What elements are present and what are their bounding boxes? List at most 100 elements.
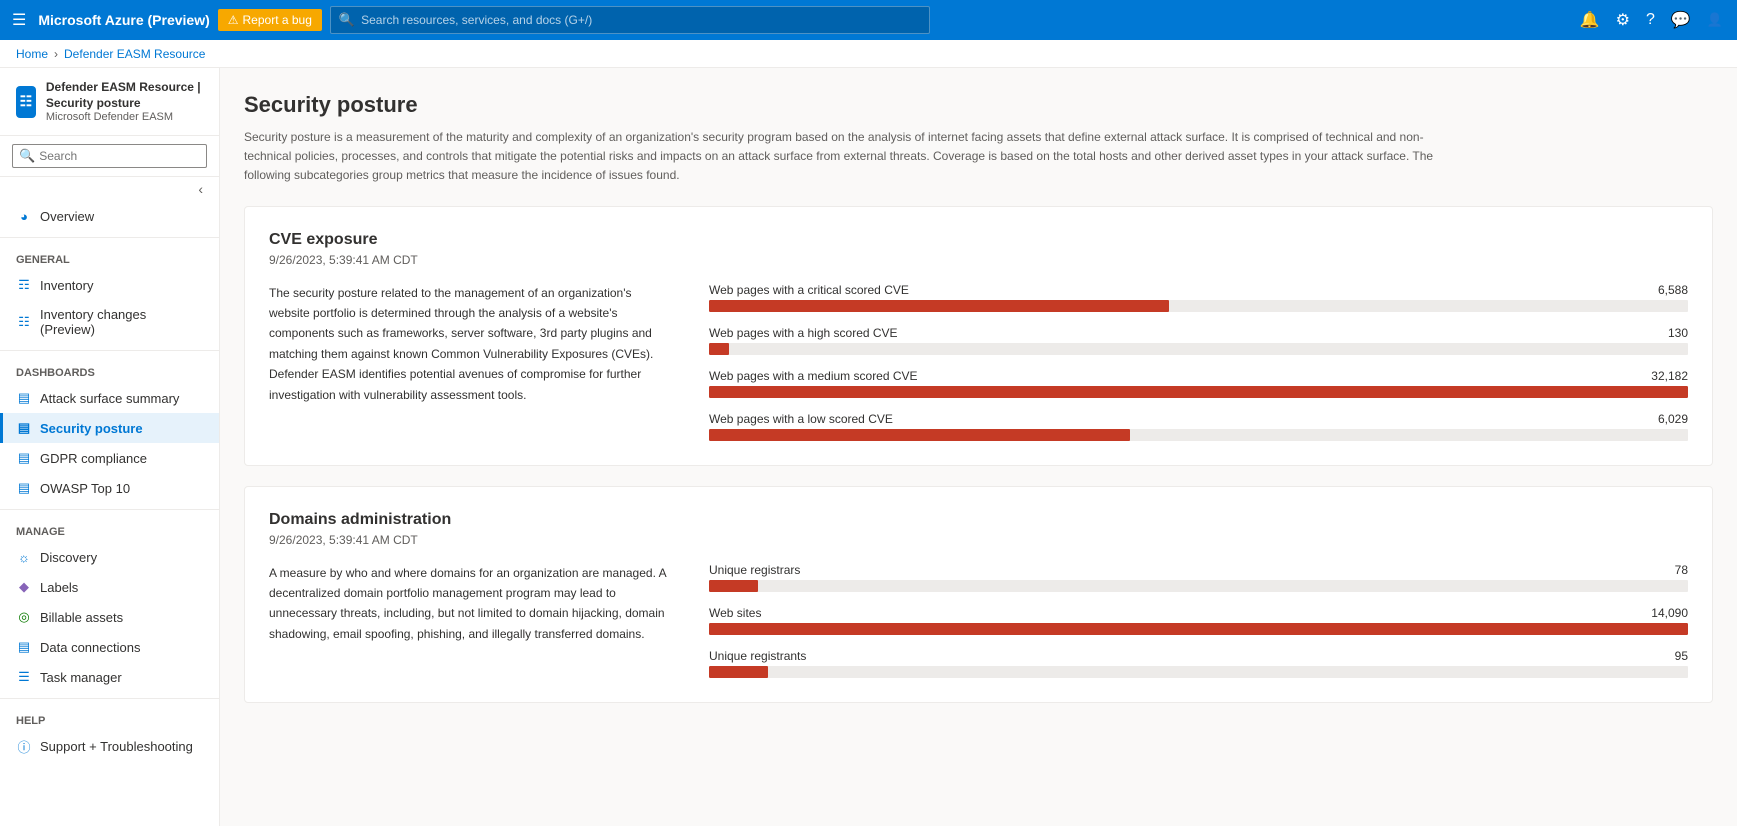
sidebar-collapse[interactable]: ‹ — [0, 177, 219, 201]
sidebar-item-discovery[interactable]: ☼ Discovery — [0, 542, 219, 572]
feedback-icon[interactable]: 💬 — [1665, 6, 1697, 34]
bar-row[interactable]: Web sites 14,090 — [709, 606, 1688, 635]
bar-fill — [709, 580, 758, 592]
collapse-icon: ‹ — [198, 181, 203, 197]
sidebar-item-security-posture[interactable]: ▤ Security posture — [0, 413, 219, 443]
breadcrumb-home[interactable]: Home — [16, 47, 48, 61]
cve-exposure-card: CVE exposure 9/26/2023, 5:39:41 AM CDT T… — [244, 206, 1713, 466]
sidebar-item-gdpr[interactable]: ▤ GDPR compliance — [0, 443, 219, 473]
bar-value: 130 — [1668, 326, 1688, 340]
bar-fill — [709, 300, 1169, 312]
global-search-bar[interactable]: 🔍 — [330, 6, 930, 34]
bar-row[interactable]: Web pages with a low scored CVE 6,029 — [709, 412, 1688, 441]
sidebar-search-container: 🔍 — [0, 136, 219, 177]
bar-fill — [709, 623, 1688, 635]
bar-header: Web pages with a medium scored CVE 32,18… — [709, 369, 1688, 383]
bar-value: 32,182 — [1651, 369, 1688, 383]
attack-surface-icon: ▤ — [16, 390, 32, 406]
bar-label: Web sites — [709, 606, 761, 620]
bar-label: Web pages with a critical scored CVE — [709, 283, 909, 297]
bar-header: Web pages with a high scored CVE 130 — [709, 326, 1688, 340]
domains-admin-card: Domains administration 9/26/2023, 5:39:4… — [244, 486, 1713, 703]
manage-section-label: Manage — [0, 516, 219, 542]
domains-description: A measure by who and where domains for a… — [269, 563, 669, 678]
dashboards-section-label: Dashboards — [0, 357, 219, 383]
bar-fill — [709, 666, 768, 678]
help-section-label: Help — [0, 705, 219, 731]
bar-value: 6,588 — [1658, 283, 1688, 297]
sidebar-item-overview[interactable]: ◕ Overview — [0, 201, 219, 231]
task-manager-icon: ☰ — [16, 669, 32, 685]
report-bug-button[interactable]: ⚠ Report a bug — [218, 9, 322, 31]
bar-track — [709, 300, 1688, 312]
domains-bars: Unique registrars 78 Web sites 14,090 Un… — [709, 563, 1688, 678]
cve-card-date: 9/26/2023, 5:39:41 AM CDT — [269, 253, 1688, 267]
cve-card-title: CVE exposure — [269, 231, 1688, 249]
sidebar-item-billable[interactable]: ◎ Billable assets — [0, 602, 219, 632]
bar-fill — [709, 386, 1688, 398]
bar-value: 14,090 — [1651, 606, 1688, 620]
billable-icon: ◎ — [16, 609, 32, 625]
breadcrumb: Home › Defender EASM Resource — [0, 40, 1737, 68]
main-content: Security posture Security posture is a m… — [220, 68, 1737, 826]
help-icon[interactable]: ? — [1640, 7, 1661, 33]
breadcrumb-resource[interactable]: Defender EASM Resource — [64, 47, 205, 61]
bar-row[interactable]: Unique registrants 95 — [709, 649, 1688, 678]
app-title: Microsoft Azure (Preview) — [38, 12, 209, 28]
sidebar-item-attack-surface[interactable]: ▤ Attack surface summary — [0, 383, 219, 413]
breadcrumb-separator: › — [54, 47, 58, 61]
bar-header: Web pages with a low scored CVE 6,029 — [709, 412, 1688, 426]
sidebar-header: ☷ Defender EASM Resource | Security post… — [0, 68, 219, 136]
bar-label: Web pages with a medium scored CVE — [709, 369, 918, 383]
settings-icon[interactable]: ⚙ — [1610, 6, 1636, 34]
data-connections-icon: ▤ — [16, 639, 32, 655]
bar-value: 95 — [1675, 649, 1688, 663]
sidebar-item-data-connections[interactable]: ▤ Data connections — [0, 632, 219, 662]
cve-card-body: The security posture related to the mana… — [269, 283, 1688, 441]
discovery-icon: ☼ — [16, 549, 32, 565]
bar-header: Unique registrants 95 — [709, 649, 1688, 663]
sidebar-resource-title: Defender EASM Resource | Security postur… — [46, 80, 203, 111]
sidebar-search-input[interactable] — [39, 149, 200, 163]
inventory-changes-icon: ☷ — [16, 314, 32, 330]
security-posture-icon: ▤ — [16, 420, 32, 436]
bar-row[interactable]: Web pages with a medium scored CVE 32,18… — [709, 369, 1688, 398]
account-icon[interactable]: 👤 — [1701, 8, 1729, 32]
sidebar-search-icon: 🔍 — [19, 148, 35, 164]
sidebar-item-task-manager[interactable]: ☰ Task manager — [0, 662, 219, 692]
search-icon: 🔍 — [339, 12, 355, 28]
bar-label: Unique registrars — [709, 563, 800, 577]
bar-row[interactable]: Web pages with a critical scored CVE 6,5… — [709, 283, 1688, 312]
sidebar-item-inventory[interactable]: ☶ Inventory — [0, 270, 219, 300]
global-search-input[interactable] — [361, 13, 921, 27]
sidebar-logo: ☷ — [16, 86, 36, 118]
notifications-icon[interactable]: 🔔 — [1574, 6, 1606, 34]
bar-track — [709, 580, 1688, 592]
bar-header: Web sites 14,090 — [709, 606, 1688, 620]
sidebar-item-inventory-changes[interactable]: ☷ Inventory changes (Preview) — [0, 300, 219, 344]
top-nav: ☰ Microsoft Azure (Preview) ⚠ Report a b… — [0, 0, 1737, 40]
sidebar-item-labels[interactable]: ◆ Labels — [0, 572, 219, 602]
bar-track — [709, 343, 1688, 355]
cve-bars: Web pages with a critical scored CVE 6,5… — [709, 283, 1688, 441]
support-icon: ⓘ — [16, 738, 32, 754]
inventory-icon: ☶ — [16, 277, 32, 293]
bug-icon: ⚠ — [228, 13, 239, 27]
sidebar-item-support[interactable]: ⓘ Support + Troubleshooting — [0, 731, 219, 761]
bar-value: 78 — [1675, 563, 1688, 577]
bar-row[interactable]: Web pages with a high scored CVE 130 — [709, 326, 1688, 355]
cve-description: The security posture related to the mana… — [269, 283, 669, 441]
bar-label: Web pages with a low scored CVE — [709, 412, 893, 426]
page-title: Security posture — [244, 92, 1713, 118]
hamburger-menu[interactable]: ☰ — [8, 6, 30, 34]
nav-icons: 🔔 ⚙ ? 💬 👤 — [1574, 6, 1729, 34]
bar-track — [709, 623, 1688, 635]
bar-row[interactable]: Unique registrars 78 — [709, 563, 1688, 592]
general-section-label: General — [0, 244, 219, 270]
sidebar-search-inner[interactable]: 🔍 — [12, 144, 207, 168]
domains-card-title: Domains administration — [269, 511, 1688, 529]
bar-value: 6,029 — [1658, 412, 1688, 426]
sidebar-item-owasp[interactable]: ▤ OWASP Top 10 — [0, 473, 219, 503]
sidebar-subtitle: Microsoft Defender EASM — [46, 111, 203, 123]
bar-fill — [709, 343, 729, 355]
